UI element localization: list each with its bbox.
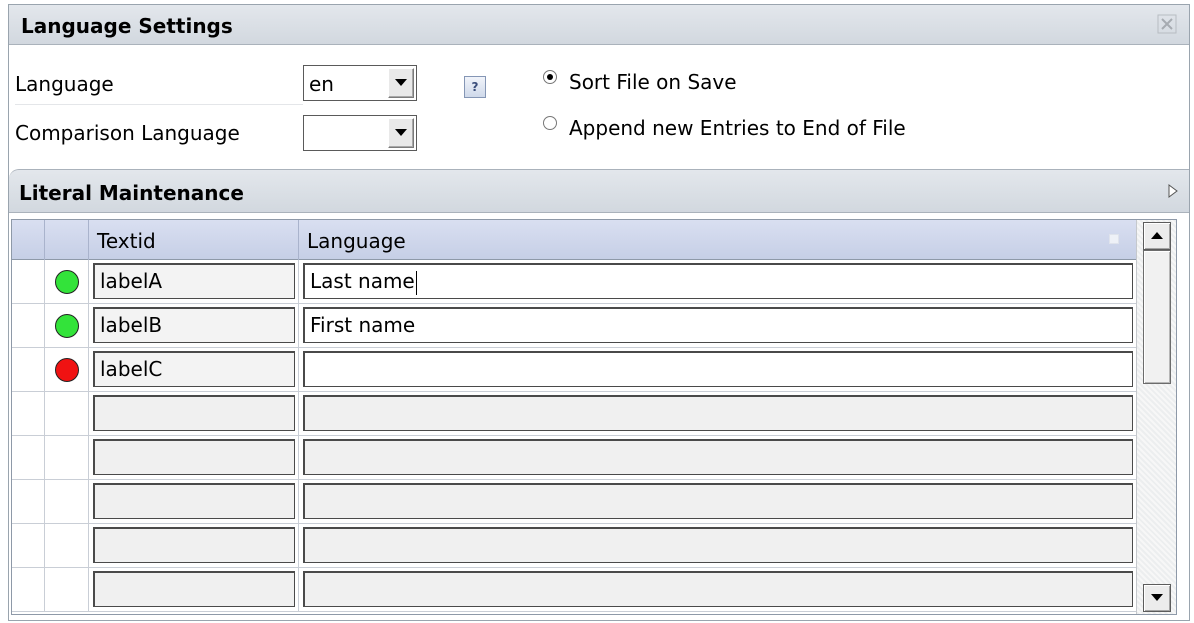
row-selector[interactable] [12,260,45,304]
radio-append-entries[interactable] [542,115,558,131]
language-value-field[interactable] [303,351,1133,387]
scroll-thumb[interactable] [1143,250,1171,384]
textid-field[interactable] [93,395,295,431]
table-row[interactable]: labelC [12,348,1137,392]
language-value-field[interactable] [303,527,1133,563]
comparison-language-select[interactable] [303,115,417,151]
textid-cell: labelA [89,260,299,304]
language-cell: Last name [299,260,1137,304]
chevron-down-icon[interactable] [388,118,414,148]
table-header: Textid Language [12,220,1137,260]
language-cell: First name [299,304,1137,348]
textid-field[interactable]: labelC [93,351,295,387]
column-header-label: Textid [97,229,156,253]
scroll-down-button[interactable] [1143,584,1171,612]
literal-table: Textid Language labelA Last name labelB Fir… [11,219,1177,615]
textid-cell [89,568,299,612]
status-cell [45,304,89,348]
language-cell [299,392,1137,436]
textid-field[interactable] [93,483,295,519]
language-cell [299,480,1137,524]
status-green-icon [55,270,79,294]
status-cell [45,436,89,480]
language-value-field[interactable]: Last name [303,263,1133,299]
append-entries-label: Append new Entries to End of File [569,116,906,140]
close-icon[interactable] [1157,14,1177,34]
textid-field[interactable]: labelA [93,263,295,299]
language-settings-header: Language Settings [9,5,1189,45]
status-cell [45,260,89,304]
status-header [45,220,89,260]
status-cell [45,348,89,392]
table-row[interactable] [12,480,1137,524]
language-value-field[interactable] [303,439,1133,475]
language-value-field[interactable]: First name [303,307,1133,343]
textid-field[interactable] [93,527,295,563]
vertical-scrollbar[interactable] [1136,220,1176,614]
row-selector[interactable] [12,436,45,480]
table-row[interactable] [12,568,1137,612]
status-cell [45,480,89,524]
language-value-text: Last name [310,269,415,293]
row-selector-header[interactable] [12,220,45,260]
status-green-icon [55,314,79,338]
status-cell [45,392,89,436]
status-red-icon [55,358,79,382]
language-value-field[interactable] [303,483,1133,519]
table-row[interactable] [12,524,1137,568]
language-select-value: en [309,72,334,96]
language-cell [299,568,1137,612]
row-selector[interactable] [12,392,45,436]
row-selector[interactable] [12,304,45,348]
column-header-language[interactable]: Language [299,220,1137,260]
row-selector[interactable] [12,348,45,392]
help-icon[interactable]: ? [464,76,486,98]
textid-cell: labelC [89,348,299,392]
language-cell [299,524,1137,568]
language-label: Language [15,72,114,96]
textid-field[interactable] [93,571,295,607]
expand-icon[interactable] [1167,184,1179,198]
language-cell [299,348,1137,392]
language-settings-title: Language Settings [21,14,233,38]
textid-field[interactable]: labelB [93,307,295,343]
comparison-language-label: Comparison Language [15,121,240,145]
divider [15,104,303,105]
literal-maintenance-title: Literal Maintenance [19,181,244,205]
textid-cell [89,436,299,480]
column-header-textid[interactable]: Textid [89,220,299,260]
column-menu-icon[interactable] [1109,234,1119,244]
row-selector[interactable] [12,568,45,612]
text-cursor [415,270,417,295]
textid-field[interactable] [93,439,295,475]
table-row[interactable] [12,392,1137,436]
table-row[interactable] [12,436,1137,480]
sort-file-label: Sort File on Save [569,70,737,94]
textid-cell [89,392,299,436]
row-selector[interactable] [12,524,45,568]
textid-cell [89,480,299,524]
status-cell [45,568,89,612]
language-value-field[interactable] [303,395,1133,431]
language-select[interactable]: en [303,65,417,101]
chevron-down-icon[interactable] [388,68,414,98]
literal-maintenance-header: Literal Maintenance [9,169,1189,213]
row-selector[interactable] [12,480,45,524]
textid-cell: labelB [89,304,299,348]
language-cell [299,436,1137,480]
column-header-label: Language [307,229,406,253]
language-value-text: First name [310,313,416,337]
textid-cell [89,524,299,568]
table-row[interactable]: labelA Last name [12,260,1137,304]
radio-sort-file[interactable] [542,69,558,85]
table-row[interactable]: labelB First name [12,304,1137,348]
scroll-up-button[interactable] [1143,222,1171,250]
language-value-field[interactable] [303,571,1133,607]
status-cell [45,524,89,568]
